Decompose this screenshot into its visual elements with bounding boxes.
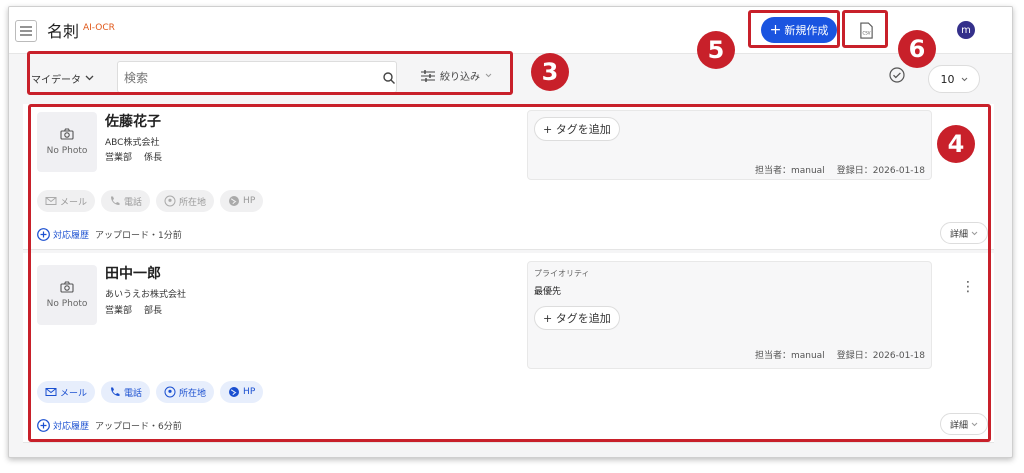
annotation-marker-4: 4 xyxy=(937,125,975,163)
per-page-value: 10 xyxy=(940,72,955,86)
avatar[interactable]: m xyxy=(957,21,975,39)
page-title: 名刺 xyxy=(47,22,80,41)
annotation-marker-6: 6 xyxy=(898,30,936,68)
annotation-marker-5: 5 xyxy=(697,31,735,69)
chevron-down-icon xyxy=(961,77,967,81)
annotation-marker-3: 3 xyxy=(531,53,569,91)
menu-icon[interactable] xyxy=(15,20,37,42)
per-page-select[interactable]: 10 xyxy=(928,65,980,93)
annotation-box-5 xyxy=(748,10,840,48)
annotation-box-3 xyxy=(27,51,513,95)
annotation-box-4 xyxy=(28,104,991,442)
ai-ocr-badge: AI-OCR xyxy=(83,23,115,33)
annotation-box-6 xyxy=(842,10,888,48)
check-circle-icon[interactable] xyxy=(889,67,905,83)
